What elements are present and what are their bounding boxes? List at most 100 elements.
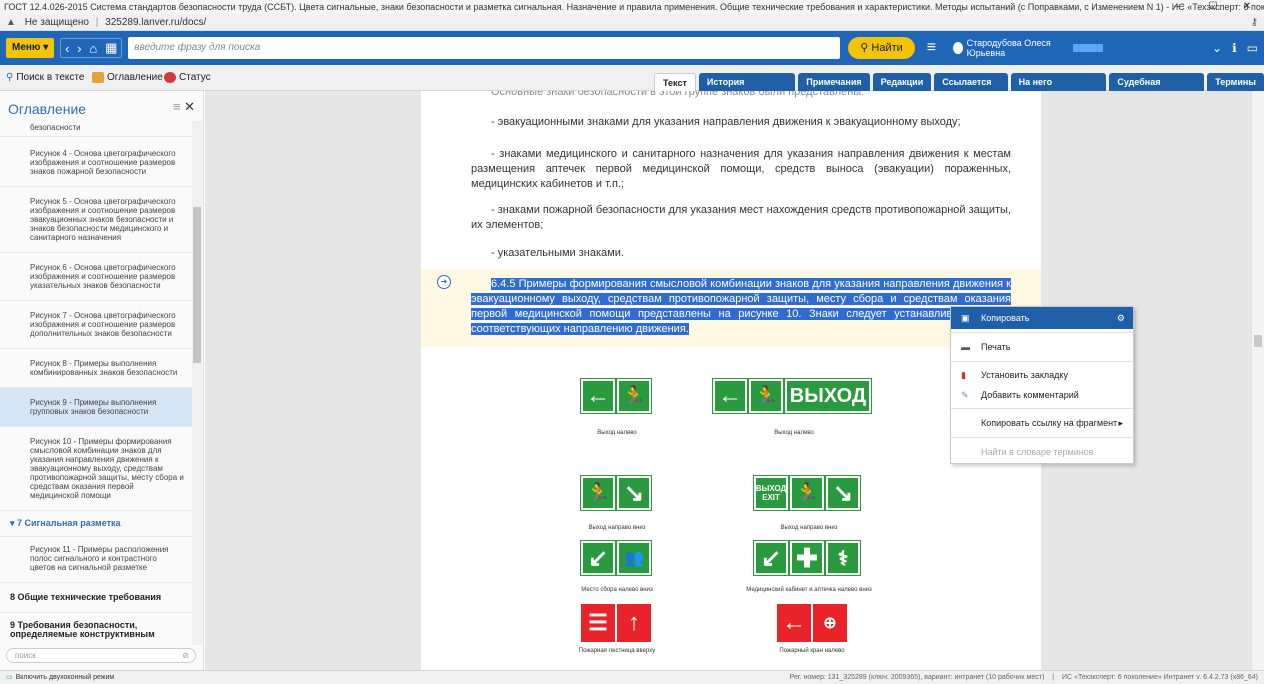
contents-list: безопасности Рисунок 4 - Основа цветогра… <box>0 121 192 645</box>
search-input[interactable]: введите фразу для поиска <box>128 37 841 59</box>
status-icon <box>164 72 176 83</box>
chevron-down-icon[interactable]: ⌄ <box>1212 41 1222 55</box>
search-in-text-label: Поиск в тексте <box>16 72 85 83</box>
status-info: Рег. номер: 131_325289 (ключ: 2009365), … <box>789 674 1258 681</box>
menu-item-label: Найти в словаре терминов <box>981 447 1094 457</box>
sign-exit-right-down-text: ВЫХОД EXIT 🏃 ↘ <box>753 475 861 511</box>
printer-icon: ▬ <box>961 342 970 352</box>
sidebar-search-input[interactable]: поиск ⊘ <box>6 648 196 663</box>
sign-exit-left-text: ← 🏃 ВЫХОД <box>712 378 872 414</box>
list-item-selected[interactable]: Рисунок 9 - Примеры выполнения групповых… <box>0 388 192 427</box>
restore-button[interactable]: ☐ <box>1196 0 1230 14</box>
exit-en-text: EXIT <box>762 493 780 502</box>
menu-button[interactable]: Меню ▾ <box>6 38 55 58</box>
section-8[interactable]: 8 Общие технические требования <box>0 583 192 613</box>
home-icon[interactable]: ⌂ <box>89 41 97 56</box>
forward-icon[interactable]: › <box>77 41 81 56</box>
exit-text-sign: ВЫХОД <box>784 378 872 414</box>
list-icon[interactable]: ≡ <box>173 99 181 114</box>
close-button[interactable]: ✕ <box>1230 0 1264 14</box>
window-titlebar: ГОСТ 12.4.026-2015 Система стандартов бе… <box>0 0 1264 14</box>
dual-mode-toggle[interactable]: ▭ Включить двухоконный режим <box>6 671 114 684</box>
main-toolbar: Меню ▾ ‹ › ⌂ ▦ введите фразу для поиска … <box>0 31 1264 65</box>
sidebar-header: Оглавление ≡ ✕ <box>0 91 203 121</box>
section-7[interactable]: ▾ 7 Сигнальная разметка <box>0 511 192 537</box>
close-icon[interactable]: ✕ <box>184 99 195 114</box>
address-bar[interactable]: ▲ Не защищено | 325289.lanver.ru/docs/ ⚷ <box>0 14 1264 31</box>
clear-icon[interactable]: ⊘ <box>182 649 189 662</box>
menu-item-label: Добавить комментарий <box>981 390 1079 400</box>
doc-tabs: Текст История документа Примечания Редак… <box>654 73 1264 105</box>
chat-icon[interactable]: ▭ <box>1247 41 1258 55</box>
menu-item-bookmark[interactable]: ▮ Установить закладку <box>951 365 1133 385</box>
running-man-icon: 🏃 <box>616 378 652 414</box>
sign-exit-right-down: 🏃 ↘ <box>580 475 652 511</box>
tab-refs-from[interactable]: На него ссылаются <box>1010 73 1107 105</box>
list-item[interactable]: Рисунок 5 - Основа цветографического изо… <box>0 187 192 253</box>
paragraph: - эвакуационными знаками для указания на… <box>491 116 961 128</box>
copy-icon: ▣ <box>961 313 970 323</box>
first-aid-cross-icon: ✚ <box>789 540 825 576</box>
hamburger-icon[interactable]: ≡ <box>927 39 945 57</box>
list-item[interactable]: Рисунок 8 - Примеры выполнения комбиниро… <box>0 349 192 388</box>
grid-icon[interactable]: ▦ <box>105 40 117 56</box>
list-item[interactable]: безопасности <box>0 121 192 137</box>
comment-icon: ✎ <box>961 390 969 400</box>
back-icon[interactable]: ‹ <box>65 41 69 56</box>
menu-item-label: Установить закладку <box>981 370 1068 380</box>
tab-editions[interactable]: Редакции <box>872 73 932 91</box>
minimize-button[interactable]: — <box>1162 0 1196 14</box>
list-item[interactable]: Рисунок 11 - Примеры расположения полос … <box>0 537 192 583</box>
tab-refs-to[interactable]: Ссылается на <box>934 73 1008 105</box>
paragraph: - указательными знаками. <box>491 247 624 259</box>
scroll-thumb[interactable] <box>193 207 201 363</box>
arrow-down-right-icon: ↘ <box>825 475 861 511</box>
context-menu: ▣ Копировать ⚙ ▬ Печать ▮ Установить зак… <box>950 306 1134 464</box>
search-in-text-link[interactable]: ⚲ Поиск в тексте <box>6 72 84 83</box>
exit-bilingual-sign: ВЫХОД EXIT <box>753 475 789 511</box>
sidebar-search-placeholder: поиск <box>15 651 36 660</box>
user-progress <box>1073 44 1103 52</box>
sign-medical: ↙ ✚ ⚕ <box>753 540 861 576</box>
list-item[interactable]: Рисунок 4 - Основа цветографического изо… <box>0 137 192 187</box>
menu-item-copy-link[interactable]: Копировать ссылку на фрагмент ▸ <box>951 412 1133 434</box>
document-scrollbar[interactable] <box>1251 91 1264 670</box>
menu-item-copy[interactable]: ▣ Копировать ⚙ <box>951 307 1133 329</box>
sign-assembly-point: ↙ 👥 <box>580 540 652 576</box>
menu-item-label: Печать <box>981 342 1011 352</box>
sign-caption: Выход налево <box>597 430 637 436</box>
selected-paragraph[interactable]: 6.4.5 Примеры формирования смысловой ком… <box>471 277 1011 337</box>
medical-staff-icon: ⚕ <box>825 540 861 576</box>
fragment-link-icon[interactable]: ➜ <box>437 275 451 289</box>
version-text: ИС «Техэксперт: 6 поколение» Интранет v.… <box>1062 674 1258 681</box>
bookmark-icon: ▮ <box>961 370 966 380</box>
list-item[interactable]: Рисунок 10 - Примеры формирования смысло… <box>0 427 192 511</box>
selected-text: 6.4.5 Примеры формирования смысловой ком… <box>471 278 1011 335</box>
user-block[interactable]: Стародубова Олеся Юрьевна <box>952 38 1103 58</box>
key-icon[interactable]: ⚷ <box>1251 14 1258 31</box>
list-item[interactable]: Рисунок 7 - Основа цветографического изо… <box>0 301 192 349</box>
section-9[interactable]: 9 Требования безопасности, определяемые … <box>0 613 192 645</box>
menu-item-print[interactable]: ▬ Печать <box>951 336 1133 358</box>
sign-caption: Выход налево <box>774 430 814 436</box>
tab-court[interactable]: Судебная практика <box>1109 73 1205 105</box>
tab-history[interactable]: История документа <box>698 73 796 105</box>
sign-caption: Медицинский кабинет и аптечка налево вни… <box>746 587 872 593</box>
security-label: Не защищено <box>24 17 89 28</box>
arrow-down-left-icon: ↙ <box>580 540 616 576</box>
tab-terms[interactable]: Термины <box>1207 73 1264 91</box>
tab-text[interactable]: Текст <box>654 73 696 91</box>
list-item[interactable]: Рисунок 6 - Основа цветографического изо… <box>0 253 192 301</box>
sidebar-scrollbar[interactable] <box>192 121 202 645</box>
gear-icon[interactable]: ⚙ <box>1117 307 1125 329</box>
scroll-thumb[interactable] <box>1254 335 1262 347</box>
menu-item-comment[interactable]: ✎ Добавить комментарий <box>951 385 1133 405</box>
find-button[interactable]: ⚲ Найти <box>848 37 915 59</box>
contents-link[interactable]: Оглавление <box>92 72 163 83</box>
url-text[interactable]: 325289.lanver.ru/docs/ <box>105 17 206 28</box>
nav-buttons: ‹ › ⌂ ▦ <box>60 38 123 58</box>
info-icon[interactable]: ℹ <box>1232 41 1237 55</box>
status-link[interactable]: Статус <box>164 72 211 83</box>
running-man-icon: 🏃 <box>580 475 616 511</box>
tab-notes[interactable]: Примечания <box>798 73 870 91</box>
